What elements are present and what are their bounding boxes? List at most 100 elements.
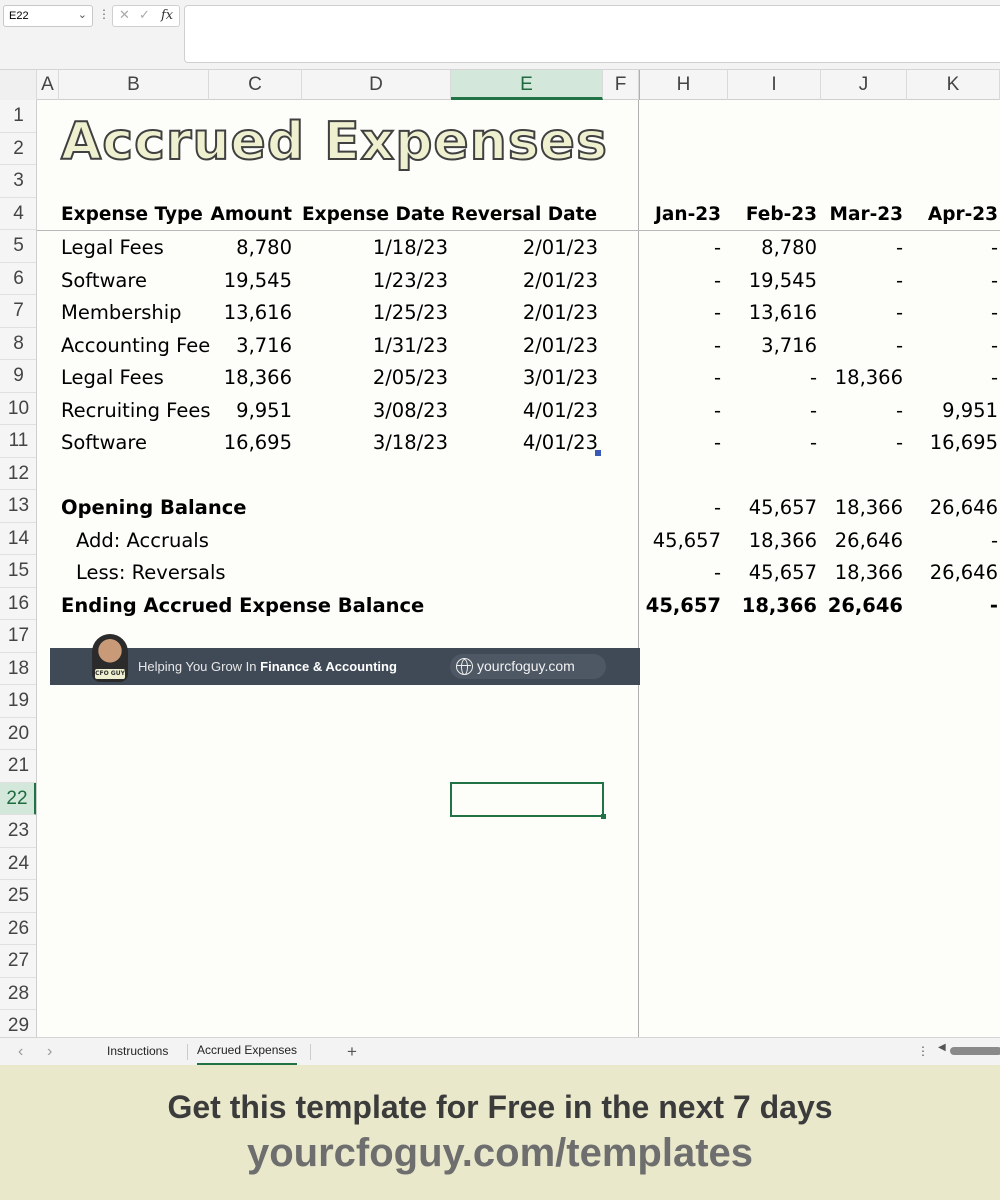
month-value-cell[interactable]: - (639, 232, 721, 264)
summary-value-cell[interactable]: 18,366 (728, 590, 817, 622)
row-header[interactable]: 16 (0, 588, 36, 620)
add-sheet-icon[interactable]: + (347, 1038, 357, 1065)
selected-cell-e22[interactable] (450, 782, 606, 819)
row-header[interactable]: 17 (0, 620, 36, 653)
summary-label-cell[interactable]: Ending Accrued Expense Balance (61, 590, 424, 622)
amount-cell[interactable]: 13,616 (209, 297, 292, 329)
summary-value-cell[interactable]: 45,657 (639, 590, 721, 622)
banner-url[interactable]: yourcfoguy.com (477, 654, 575, 679)
column-header-k[interactable]: K (907, 70, 1000, 100)
amount-cell[interactable]: 19,545 (209, 265, 292, 297)
row-header[interactable]: 1 (0, 100, 36, 133)
header-month[interactable]: Jan-23 (639, 199, 721, 231)
horizontal-scrollbar[interactable]: ◀ (936, 1042, 1000, 1057)
amount-cell[interactable]: 3,716 (209, 330, 292, 362)
row-header[interactable]: 18 (0, 653, 36, 685)
reversal-date-cell[interactable]: 4/01/23 (451, 427, 598, 459)
chevron-left-icon[interactable]: ‹ (18, 1038, 23, 1065)
amount-cell[interactable]: 8,780 (209, 232, 292, 264)
row-header[interactable]: 2 (0, 133, 36, 165)
row-header[interactable]: 20 (0, 718, 36, 750)
month-value-cell[interactable]: 3,716 (728, 330, 817, 362)
spreadsheet-grid[interactable]: Accrued Expenses Expense Type Amount Exp… (37, 100, 1000, 1037)
summary-value-cell[interactable]: 26,646 (821, 525, 903, 557)
month-value-cell[interactable]: - (907, 330, 998, 362)
row-header[interactable]: 26 (0, 913, 36, 945)
summary-value-cell[interactable]: - (639, 557, 721, 589)
expense-type-cell[interactable]: Legal Fees (61, 232, 164, 264)
scroll-left-icon[interactable]: ◀ (938, 1042, 946, 1053)
cancel-icon[interactable]: ✕ (119, 8, 130, 23)
header-expense-date[interactable]: Expense Date (302, 199, 445, 231)
row-header[interactable]: 23 (0, 815, 36, 848)
month-value-cell[interactable]: 19,545 (728, 265, 817, 297)
month-value-cell[interactable]: - (821, 297, 903, 329)
month-value-cell[interactable]: 9,951 (907, 395, 998, 427)
expense-date-cell[interactable]: 2/05/23 (302, 362, 448, 394)
month-value-cell[interactable]: - (639, 265, 721, 297)
reversal-date-cell[interactable]: 4/01/23 (451, 395, 598, 427)
row-header[interactable]: 15 (0, 555, 36, 588)
header-reversal-date[interactable]: Reversal Date (451, 199, 597, 231)
expense-type-cell[interactable]: Recruiting Fees (61, 395, 211, 427)
row-header[interactable]: 24 (0, 848, 36, 880)
header-expense-type[interactable]: Expense Type (61, 199, 203, 231)
summary-value-cell[interactable]: 26,646 (821, 590, 903, 622)
chevron-down-icon[interactable]: ⌄ (78, 8, 87, 21)
column-header-f[interactable]: F (603, 70, 639, 100)
month-value-cell[interactable]: - (907, 265, 998, 297)
summary-value-cell[interactable]: - (907, 525, 998, 557)
row-header[interactable]: 8 (0, 328, 36, 360)
promo-url[interactable]: yourcfoguy.com/templates (0, 1131, 1000, 1176)
expense-date-cell[interactable]: 3/18/23 (302, 427, 448, 459)
confirm-icon[interactable]: ✓ (139, 8, 150, 23)
row-header[interactable]: 13 (0, 490, 36, 523)
summary-value-cell[interactable]: 18,366 (821, 557, 903, 589)
summary-value-cell[interactable]: - (907, 590, 998, 622)
month-value-cell[interactable]: - (639, 395, 721, 427)
expense-date-cell[interactable]: 1/31/23 (302, 330, 448, 362)
row-header[interactable]: 29 (0, 1010, 36, 1037)
fill-handle-marker[interactable] (595, 450, 601, 456)
summary-label-cell[interactable]: Add: Accruals (76, 525, 209, 557)
header-amount[interactable]: Amount (209, 199, 293, 231)
summary-label-cell[interactable]: Opening Balance (61, 492, 247, 524)
month-value-cell[interactable]: - (639, 297, 721, 329)
summary-label-cell[interactable]: Less: Reversals (76, 557, 226, 589)
amount-cell[interactable]: 9,951 (209, 395, 292, 427)
fx-icon[interactable]: fx (161, 8, 173, 23)
row-header[interactable]: 22 (0, 782, 36, 815)
month-value-cell[interactable]: 16,695 (907, 427, 998, 459)
row-header[interactable]: 7 (0, 295, 36, 328)
month-value-cell[interactable]: - (639, 427, 721, 459)
month-value-cell[interactable]: - (821, 265, 903, 297)
month-value-cell[interactable]: - (907, 362, 998, 394)
column-header-h[interactable]: H (639, 70, 728, 100)
month-value-cell[interactable]: 18,366 (821, 362, 903, 394)
column-header-b[interactable]: B (59, 70, 209, 100)
scrollbar-thumb[interactable] (950, 1047, 1000, 1055)
row-header[interactable]: 3 (0, 165, 36, 198)
column-header-e[interactable]: E (451, 70, 603, 100)
summary-value-cell[interactable]: 26,646 (907, 557, 998, 589)
month-value-cell[interactable]: - (639, 330, 721, 362)
column-header-d[interactable]: D (302, 70, 451, 100)
reversal-date-cell[interactable]: 2/01/23 (451, 297, 598, 329)
banner-link[interactable]: yourcfoguy.com (450, 654, 606, 679)
month-value-cell[interactable]: - (907, 297, 998, 329)
amount-cell[interactable]: 16,695 (209, 427, 292, 459)
summary-value-cell[interactable]: 45,657 (728, 492, 817, 524)
summary-value-cell[interactable]: 18,366 (821, 492, 903, 524)
month-value-cell[interactable]: 8,780 (728, 232, 817, 264)
row-header[interactable]: 9 (0, 360, 36, 393)
row-header[interactable]: 11 (0, 425, 36, 458)
summary-value-cell[interactable]: 45,657 (639, 525, 721, 557)
reversal-date-cell[interactable]: 2/01/23 (451, 265, 598, 297)
reversal-date-cell[interactable]: 2/01/23 (451, 232, 598, 264)
row-header[interactable]: 6 (0, 263, 36, 295)
column-header-a[interactable]: A (37, 70, 59, 100)
expense-type-cell[interactable]: Accounting Fee (61, 330, 210, 362)
month-value-cell[interactable]: - (639, 362, 721, 394)
summary-value-cell[interactable]: - (639, 492, 721, 524)
column-header-c[interactable]: C (209, 70, 302, 100)
